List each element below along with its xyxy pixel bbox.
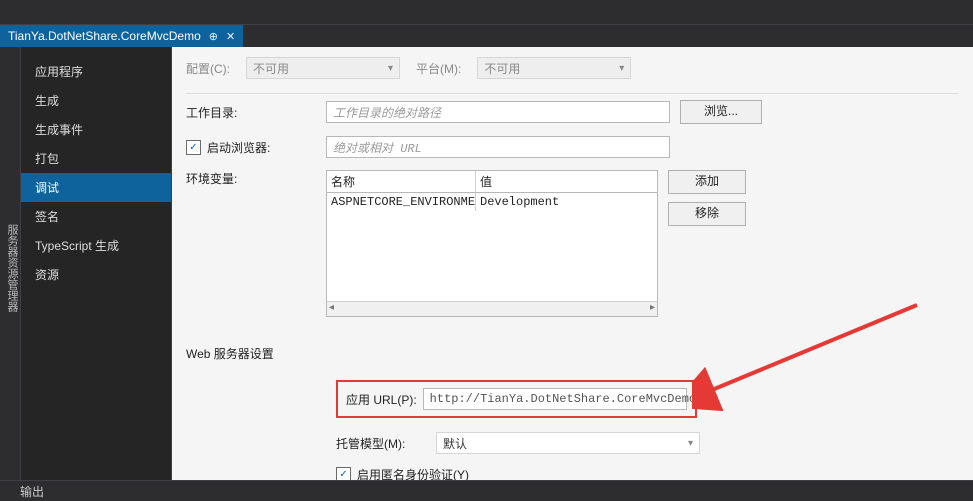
app-url-label: 应用 URL(P): [346,391,417,408]
env-add-button[interactable]: 添加 [668,170,746,194]
chevron-down-icon: ▾ [388,63,393,74]
platform-combo[interactable]: 不可用 ▾ [477,57,631,79]
checkbox-checked-icon: ✓ [186,140,201,155]
host-model-combo[interactable]: 默认 ▾ [436,432,700,454]
webserver-section-header: Web 服务器设置 [186,345,959,362]
document-tab[interactable]: TianYa.DotNetShare.CoreMvcDemo ⊕ ✕ [0,25,243,47]
workdir-input[interactable]: 工作目录的绝对路径 [326,101,670,123]
sidebar-item-resources[interactable]: 资源 [21,260,171,289]
env-scrollbar[interactable]: ◂▸ [327,301,657,316]
side-toolwindow-tab[interactable]: 服务器资源管理器 [0,47,21,482]
launch-url-input[interactable]: 绝对或相对 URL [326,136,670,158]
chevron-down-icon: ▾ [688,438,693,449]
workdir-browse-button[interactable]: 浏览... [680,100,762,124]
sidebar-item-application[interactable]: 应用程序 [21,57,171,86]
config-platform-bar: 配置(C): 不可用 ▾ 平台(M): 不可用 ▾ [172,47,973,79]
app-url-highlight: 应用 URL(P): http://TianYa.DotNetShare.Cor… [336,380,697,418]
menu-toolbar [0,0,973,25]
output-window-tab[interactable]: 输出 [0,480,973,501]
host-model-label: 托管模型(M): [336,435,426,452]
sidebar-item-package[interactable]: 打包 [21,144,171,173]
env-label: 环境变量: [186,170,316,187]
pin-icon[interactable]: ⊕ [209,30,218,43]
app-url-input[interactable]: http://TianYa.DotNetShare.CoreMvcDemo [423,388,687,410]
env-col-name: 名称 [327,171,476,192]
sidebar-item-build[interactable]: 生成 [21,86,171,115]
platform-label: 平台(M): [416,60,461,77]
table-row[interactable]: ASPNETCORE_ENVIRONMENT Development [327,193,657,211]
chevron-down-icon: ▾ [619,63,624,74]
workdir-label: 工作目录: [186,104,316,121]
env-var-table[interactable]: 名称 值 ASPNETCORE_ENVIRONMENT Development … [326,170,658,317]
project-settings-sidebar: 应用程序 生成 生成事件 打包 调试 签名 TypeScript 生成 资源 [21,47,172,482]
sidebar-item-debug[interactable]: 调试 [21,173,171,202]
config-label: 配置(C): [186,60,230,77]
sidebar-item-typescript[interactable]: TypeScript 生成 [21,231,171,260]
close-icon[interactable]: ✕ [226,30,235,43]
env-col-value: 值 [476,171,657,192]
document-tab-title: TianYa.DotNetShare.CoreMvcDemo [8,29,201,43]
sidebar-item-signing[interactable]: 签名 [21,202,171,231]
debug-settings-panel: 配置(C): 不可用 ▾ 平台(M): 不可用 ▾ 工作目录: 工作目录的绝对路… [172,47,973,482]
env-remove-button[interactable]: 移除 [668,202,746,226]
config-combo[interactable]: 不可用 ▾ [246,57,400,79]
document-tab-row: TianYa.DotNetShare.CoreMvcDemo ⊕ ✕ [0,25,973,47]
sidebar-item-buildevents[interactable]: 生成事件 [21,115,171,144]
launch-browser-checkbox[interactable]: ✓ 启动浏览器: [186,139,270,156]
